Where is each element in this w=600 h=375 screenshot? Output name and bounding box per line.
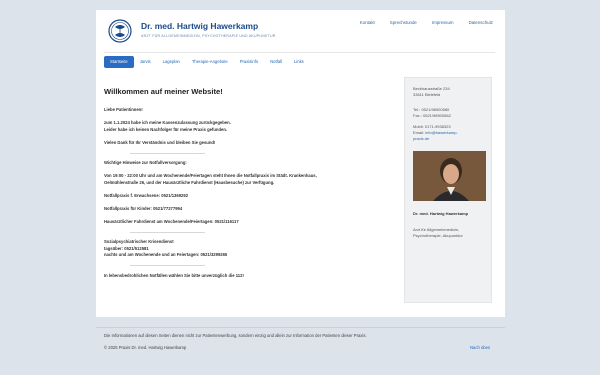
doctor-name: Dr. med. Hartwig Hawerkamp xyxy=(413,210,469,216)
doctor-photo xyxy=(413,150,486,201)
top-link-sprechstunde[interactable]: Sprechstunde xyxy=(390,20,417,25)
divider xyxy=(130,231,205,233)
practice-children-text: Notfallpraxis für Kinder: 0521/77277994 xyxy=(104,205,183,211)
hint-heading-text: Wichtige Hinweise zur Notfallversorgung: xyxy=(104,160,187,165)
doctor-desc-line-2: Psychotherapie, Akupunktur xyxy=(413,233,463,239)
crisis-service: Sozialpsychiatrischer Krisendienst tagsü… xyxy=(104,239,386,259)
nav-item-praxisinfo[interactable]: Praxisinfo xyxy=(234,56,264,68)
nav-item-links[interactable]: Links xyxy=(288,56,310,68)
greeting: Liebe Patientinnen! xyxy=(104,107,386,114)
practice-adults-text: Notfallpraxis f. Erwachsene: 0521/136929… xyxy=(104,192,189,198)
email-link[interactable]: info@hawerkamp- xyxy=(425,130,458,135)
site-subtitle: ARZT FÜR ALLGEMEINMEDIZIN, PSYCHOTHERAPI… xyxy=(141,34,276,38)
header-divider xyxy=(104,52,495,53)
main-content: Willkommen auf meiner Website! Liebe Pat… xyxy=(104,87,386,286)
emergency-info: Von 19:00 - 22:00 Uhr und am Wochenende/… xyxy=(104,173,386,186)
driving-service: Hausärztlicher Fahrdienst am Wochenende/… xyxy=(104,219,386,226)
top-link-kontakt[interactable]: Kontakt xyxy=(360,20,375,25)
nav-item-lageplan[interactable]: Lageplan xyxy=(157,56,186,68)
sidebar: Beckhausstraße 234 33611 Bielefeld Tel.:… xyxy=(404,77,492,303)
crisis-line-3: nachts und am Wochenende und an Feiertag… xyxy=(104,252,228,257)
final-notice: In lebensbedrohlichen Notfällen wählen S… xyxy=(104,273,386,280)
email-label: Email: xyxy=(413,130,425,136)
thanks-text: Vielen Dank für Ihr Verständnis und blei… xyxy=(104,139,216,145)
main-navigation: Startseite Jarvis Lageplan Therapie-Ange… xyxy=(104,56,310,68)
top-link-datenschutz[interactable]: Datenschutz xyxy=(469,20,493,25)
top-navigation: Kontakt Sprechstunde Impressum Datenschu… xyxy=(360,20,493,25)
contact-info: Tel.: 0521/98900580 Fax.: 0521/98900582 … xyxy=(413,107,483,143)
notice: zum 1.1.2024 habe ich meine Kassenzulass… xyxy=(104,120,386,133)
practice-adults: Notfallpraxis f. Erwachsene: 0521/136929… xyxy=(104,193,386,200)
emergency-line-2: Oelmühlenstraße 26, und der Hausärztlich… xyxy=(104,179,275,185)
hint-heading: Wichtige Hinweise zur Notfallversorgung: xyxy=(104,160,386,167)
email-link-cont[interactable]: praxis.de xyxy=(413,136,483,142)
doctor-description: Arzt für Allgemeinmedizin, Psychotherapi… xyxy=(413,227,483,240)
page-title: Willkommen auf meiner Website! xyxy=(104,87,223,96)
notice-line-2: Leider habe ich keinen Nachfolger für me… xyxy=(104,126,228,132)
driving-service-text: Hausärztlicher Fahrdienst am Wochenende/… xyxy=(104,218,239,224)
logo-icon[interactable] xyxy=(108,19,132,43)
thanks: Vielen Dank für Ihr Verständnis und blei… xyxy=(104,140,386,147)
practice-children: Notfallpraxis für Kinder: 0521/77277994 xyxy=(104,206,386,213)
nav-item-jarvis[interactable]: Jarvis xyxy=(134,56,157,68)
page-container: Dr. med. Hartwig Hawerkamp ARZT FÜR ALLG… xyxy=(96,10,505,317)
top-link-impressum[interactable]: Impressum xyxy=(432,20,454,25)
address: Beckhausstraße 234 33611 Bielefeld xyxy=(413,86,483,99)
address-city: 33611 Bielefeld xyxy=(413,92,441,98)
nav-item-notfall[interactable]: Notfall xyxy=(264,56,288,68)
divider xyxy=(130,265,205,266)
final-notice-text: In lebensbedrohlichen Notfällen wählen S… xyxy=(104,272,244,278)
nav-item-startseite[interactable]: Startseite xyxy=(104,56,134,68)
divider xyxy=(130,152,205,154)
footer-divider xyxy=(96,327,505,328)
greeting-text: Liebe Patientinnen! xyxy=(104,107,143,112)
back-to-top-link[interactable]: Nach oben xyxy=(470,345,490,350)
copyright: © 2025 Praxis Dr. med. Hartwig Hawerkamp xyxy=(104,345,187,350)
nav-item-therapie-angebote[interactable]: Therapie-Angebote xyxy=(186,56,234,68)
footer-text: Die Informationen auf diesen Seiten dien… xyxy=(104,333,367,338)
site-title: Dr. med. Hartwig Hawerkamp xyxy=(141,21,259,31)
